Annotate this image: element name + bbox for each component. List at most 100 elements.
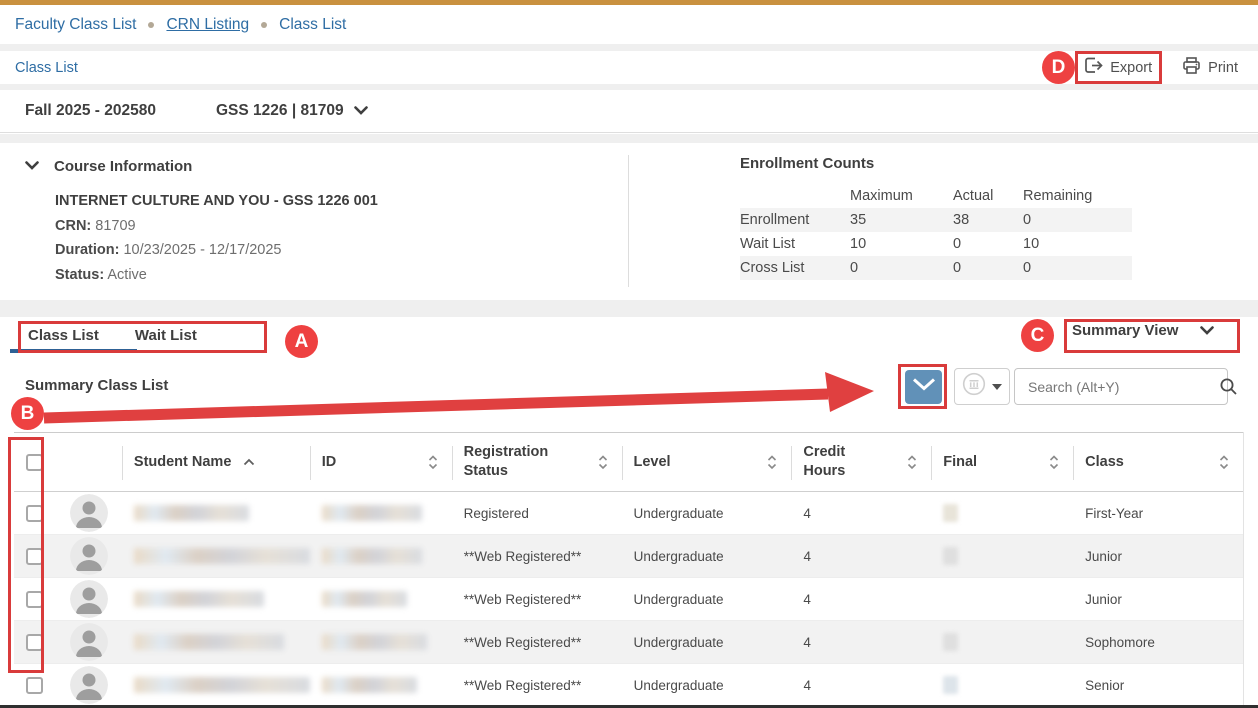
student-name-cell[interactable] (122, 634, 310, 650)
sort-toggle-icon[interactable] (428, 454, 452, 471)
annotation-badge-d: D (1042, 51, 1075, 84)
class-standing-cell: Junior (1073, 549, 1243, 564)
column-header[interactable]: Credit Hours (791, 433, 931, 491)
column-header[interactable]: Final (931, 433, 1073, 491)
credit-hours-cell: 4 (791, 635, 931, 650)
print-button[interactable]: Print (1182, 57, 1238, 79)
row-checkbox[interactable] (26, 677, 43, 694)
annotation-badge-c: C (1021, 319, 1054, 352)
column-header[interactable]: Registration Status (452, 433, 622, 491)
credit-hours: 4 (803, 635, 811, 650)
vertical-divider (628, 155, 629, 287)
search-icon[interactable] (1219, 377, 1238, 396)
sort-toggle-icon[interactable] (907, 454, 931, 471)
print-label: Print (1208, 60, 1238, 76)
chevron-down-icon (1200, 322, 1214, 339)
ec-label: Cross List (740, 256, 850, 280)
ec-value: 10 (1023, 232, 1132, 256)
tab-class-list[interactable]: Class List (10, 321, 117, 352)
final-grade-redacted (943, 633, 958, 651)
summary-class-list-title: Summary Class List (25, 377, 168, 394)
column-label: Final (943, 453, 977, 472)
search-input[interactable] (1015, 379, 1219, 395)
credit-hours: 4 (803, 592, 811, 607)
sort-toggle-icon[interactable] (598, 454, 622, 471)
crn-value: 81709 (95, 218, 135, 234)
row-avatar-cell (56, 666, 122, 704)
breadcrumb-crn-listing[interactable]: CRN Listing (166, 16, 249, 34)
select-all-checkbox[interactable] (26, 454, 43, 471)
caret-down-icon (992, 384, 1002, 390)
sort-toggle-icon[interactable] (1219, 454, 1243, 471)
table-row: **Web Registered** Undergraduate 4 Junio… (14, 535, 1243, 578)
class-standing: First-Year (1085, 506, 1143, 521)
table-row: **Web Registered** Undergraduate 4 Junio… (14, 578, 1243, 621)
student-id-cell (310, 634, 452, 650)
row-checkbox[interactable] (26, 505, 43, 522)
class-standing-cell: First-Year (1073, 506, 1243, 521)
course-information-section: Course Information INTERNET CULTURE AND … (0, 143, 1258, 300)
final-grade-redacted (943, 547, 958, 565)
credit-hours: 4 (803, 549, 811, 564)
section-divider (0, 44, 1258, 51)
registration-status: **Web Registered** (464, 592, 582, 607)
column-label: Student Name (134, 453, 232, 472)
student-name-cell[interactable] (122, 505, 310, 521)
level-cell: Undergraduate (622, 678, 792, 693)
status-label: Status: (55, 267, 104, 283)
header-select-cell (14, 433, 56, 491)
breadcrumb-faculty-class-list[interactable]: Faculty Class List (15, 16, 136, 34)
student-name-cell[interactable] (122, 548, 310, 564)
column-header[interactable]: Level (622, 433, 792, 491)
email-button[interactable] (905, 370, 942, 404)
sort-toggle-icon[interactable] (1049, 454, 1073, 471)
table-row: **Web Registered** Undergraduate 4 Sopho… (14, 621, 1243, 664)
column-header[interactable]: Student Name (122, 433, 310, 491)
ec-row-wait-list: Wait List 10 0 10 (740, 232, 1132, 256)
class-standing: Sophomore (1085, 635, 1155, 650)
student-name-cell[interactable] (122, 591, 310, 607)
bulk-action-dropdown[interactable] (954, 368, 1010, 405)
row-checkbox[interactable] (26, 591, 43, 608)
row-checkbox[interactable] (26, 634, 43, 651)
enrollment-counts-table: Maximum Actual Remaining Enrollment 35 3… (740, 184, 1132, 280)
view-selector-dropdown[interactable]: Summary View (1072, 322, 1214, 339)
breadcrumb-separator-dot (261, 22, 267, 28)
student-id-redacted (322, 677, 417, 693)
column-header[interactable]: ID (310, 433, 452, 491)
final-grade-cell (931, 633, 1073, 651)
header-actions: Export Print (1084, 51, 1238, 84)
student-name-redacted (134, 634, 284, 650)
column-header[interactable]: Class (1073, 433, 1243, 491)
level: Undergraduate (634, 635, 724, 650)
credit-hours-cell: 4 (791, 506, 931, 521)
ec-value: 10 (850, 232, 953, 256)
row-select-cell (14, 505, 56, 522)
export-label: Export (1110, 60, 1152, 76)
export-button[interactable]: Export (1084, 57, 1152, 78)
collapse-chevron-icon[interactable] (25, 157, 39, 175)
sort-ascending-icon[interactable] (243, 458, 255, 466)
view-selector-label: Summary View (1072, 322, 1178, 339)
student-name-cell[interactable] (122, 677, 310, 693)
course-selector-label: GSS 1226 | 81709 (216, 102, 344, 120)
avatar (70, 537, 108, 575)
column-label: Registration Status (464, 443, 576, 481)
level-cell: Undergraduate (622, 592, 792, 607)
header-avatar-cell (56, 433, 122, 491)
ec-value: 0 (1023, 208, 1132, 232)
level-cell: Undergraduate (622, 549, 792, 564)
row-checkbox[interactable] (26, 548, 43, 565)
student-id-cell (310, 505, 452, 521)
tab-wait-list[interactable]: Wait List (117, 321, 215, 352)
course-selector-dropdown[interactable]: GSS 1226 | 81709 (216, 102, 368, 120)
ec-row-enrollment: Enrollment 35 38 0 (740, 208, 1132, 232)
level: Undergraduate (634, 592, 724, 607)
level: Undergraduate (634, 506, 724, 521)
final-grade-redacted (943, 504, 958, 522)
credit-hours-cell: 4 (791, 592, 931, 607)
sort-toggle-icon[interactable] (767, 454, 791, 471)
breadcrumb-class-list[interactable]: Class List (279, 16, 346, 34)
course-details: INTERNET CULTURE AND YOU - GSS 1226 001 … (55, 189, 378, 287)
print-icon (1182, 57, 1201, 79)
